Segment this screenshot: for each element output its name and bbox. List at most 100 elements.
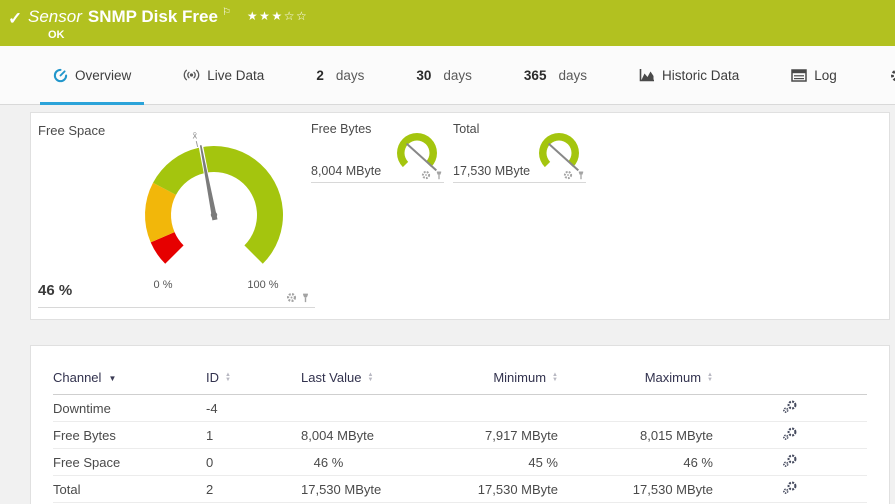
cell-maximum xyxy=(558,395,713,422)
priority-stars[interactable]: ★★★☆☆ xyxy=(247,9,308,23)
sort-icon: ▲▼ xyxy=(707,373,713,383)
column-label: ID xyxy=(206,370,219,385)
channel-settings-icon[interactable] xyxy=(782,427,798,441)
cell-id: 2 xyxy=(206,476,301,503)
column-label: Channel xyxy=(53,370,101,385)
tab-label-number: 30 xyxy=(416,68,431,83)
cell-minimum: 17,530 MByte xyxy=(356,476,558,503)
channels-table: Channel▼ ID▲▼ Last Value▲▼ Minimum▲▼ Max… xyxy=(53,370,867,503)
page-title: Sensor SNMP Disk Free ⚐ ★★★☆☆ xyxy=(28,7,308,27)
tab-2-days[interactable]: 2 days xyxy=(303,46,377,104)
free-space-gauge-widget: Free Space x̄ 46 % 0 % 100 % xyxy=(38,120,315,308)
cell-last-value: 46 % xyxy=(301,449,356,476)
prtg-sensor-page: ✓ Sensor SNMP Disk Free ⚐ ★★★☆☆ OK Overview… xyxy=(0,0,895,504)
gauge-widget-controls xyxy=(421,170,444,180)
table-row[interactable]: Free Space 0 46 % 45 % 46 % xyxy=(53,449,867,476)
channels-panel: Channel▼ ID▲▼ Last Value▲▼ Minimum▲▼ Max… xyxy=(30,345,890,504)
cell-actions xyxy=(713,395,867,422)
cell-minimum: 45 % xyxy=(356,449,558,476)
sensor-kind-label: Sensor xyxy=(28,7,82,26)
free-space-gauge: x̄ xyxy=(38,132,315,282)
cell-last-value: 17,530 MByte xyxy=(301,476,356,503)
tab-historic-data[interactable]: Historic Data xyxy=(626,46,752,104)
channel-settings-icon[interactable] xyxy=(782,481,798,495)
gear-icon[interactable] xyxy=(563,170,573,180)
gauge-current-value: 46 % xyxy=(38,282,72,299)
log-icon xyxy=(791,69,807,82)
tab-label: days xyxy=(336,68,365,83)
pin-icon[interactable] xyxy=(434,170,444,180)
sort-icon: ▲▼ xyxy=(225,373,231,383)
table-row[interactable]: Free Bytes 1 8,004 MByte 7,917 MByte 8,0… xyxy=(53,422,867,449)
column-label: Last Value xyxy=(301,370,361,385)
cell-channel: Free Space xyxy=(53,449,206,476)
column-header-maximum[interactable]: Maximum ▲▼ xyxy=(558,370,713,395)
sort-desc-icon: ▼ xyxy=(108,374,116,383)
gauge-max-label: 100 % xyxy=(241,279,285,291)
gauges-panel: Free Space x̄ 46 % 0 % 100 % Free Bytes … xyxy=(30,112,890,320)
cell-last-value xyxy=(301,395,356,422)
sort-icon: ▲▼ xyxy=(367,373,373,383)
cell-id: -4 xyxy=(206,395,301,422)
tab-365-days[interactable]: 365 days xyxy=(511,46,600,104)
gauge-icon xyxy=(53,68,68,83)
gear-icon xyxy=(889,68,895,83)
channel-settings-icon[interactable] xyxy=(782,454,798,468)
tab-label: days xyxy=(443,68,472,83)
cell-id: 1 xyxy=(206,422,301,449)
tab-settings[interactable]: Settings xyxy=(876,46,895,104)
cell-actions xyxy=(713,476,867,503)
gauge-current-value: 17,530 MByte xyxy=(453,164,530,178)
tab-30-days[interactable]: 30 days xyxy=(403,46,485,104)
table-row[interactable]: Total 2 17,530 MByte 17,530 MByte 17,530… xyxy=(53,476,867,503)
column-header-minimum[interactable]: Minimum ▲▼ xyxy=(356,370,558,395)
column-header-actions xyxy=(713,370,867,395)
cell-channel: Downtime xyxy=(53,395,206,422)
channels-table-body: Downtime -4 Free Bytes 1 8,004 MByte 7,9… xyxy=(53,395,867,503)
historic-chart-icon xyxy=(639,68,655,82)
table-row[interactable]: Downtime -4 xyxy=(53,395,867,422)
tab-label: Historic Data xyxy=(662,68,739,83)
free-bytes-gauge-widget: Free Bytes 8,004 MByte xyxy=(311,120,444,183)
sensor-name: SNMP Disk Free xyxy=(88,7,218,26)
tab-label: Live Data xyxy=(207,68,264,83)
tab-live-data[interactable]: Live Data xyxy=(170,46,277,104)
cell-minimum: 7,917 MByte xyxy=(356,422,558,449)
cell-maximum: 17,530 MByte xyxy=(558,476,713,503)
sensor-header: ✓ Sensor SNMP Disk Free ⚐ ★★★☆☆ OK xyxy=(0,0,895,46)
cell-last-value: 8,004 MByte xyxy=(301,422,356,449)
cell-minimum xyxy=(356,395,558,422)
tab-label: days xyxy=(558,68,587,83)
gauge-widget-controls xyxy=(286,292,311,303)
channel-settings-icon[interactable] xyxy=(782,400,798,414)
cell-id: 0 xyxy=(206,449,301,476)
cell-channel: Total xyxy=(53,476,206,503)
gear-icon[interactable] xyxy=(286,292,297,303)
tab-overview[interactable]: Overview xyxy=(40,46,144,104)
status-badge: OK xyxy=(48,29,65,41)
table-header-row: Channel▼ ID▲▼ Last Value▲▼ Minimum▲▼ Max… xyxy=(53,370,867,395)
tab-log[interactable]: Log xyxy=(778,46,850,104)
sort-icon: ▲▼ xyxy=(552,373,558,383)
pin-icon[interactable] xyxy=(300,292,311,303)
live-data-icon xyxy=(183,68,200,82)
status-check-icon: ✓ xyxy=(8,9,22,29)
total-gauge-widget: Total 17,530 MByte xyxy=(453,120,586,183)
pin-icon[interactable] xyxy=(576,170,586,180)
column-label: Minimum xyxy=(493,370,546,385)
column-header-last-value[interactable]: Last Value▲▼ xyxy=(301,370,356,395)
flag-icon[interactable]: ⚐ xyxy=(222,7,231,18)
svg-text:x̄: x̄ xyxy=(193,132,198,140)
cell-actions xyxy=(713,449,867,476)
column-header-id[interactable]: ID ▲▼ xyxy=(206,370,301,395)
tab-bar: Overview Live Data 2 days 30 days 365 days xyxy=(0,46,895,105)
column-label: Maximum xyxy=(645,370,701,385)
tab-label-number: 2 xyxy=(316,68,324,83)
cell-maximum: 8,015 MByte xyxy=(558,422,713,449)
tab-label: Log xyxy=(814,68,837,83)
tab-label: Overview xyxy=(75,68,131,83)
tab-label-number: 365 xyxy=(524,68,547,83)
column-header-channel[interactable]: Channel ▼ xyxy=(53,370,206,395)
cell-channel: Free Bytes xyxy=(53,422,206,449)
gear-icon[interactable] xyxy=(421,170,431,180)
